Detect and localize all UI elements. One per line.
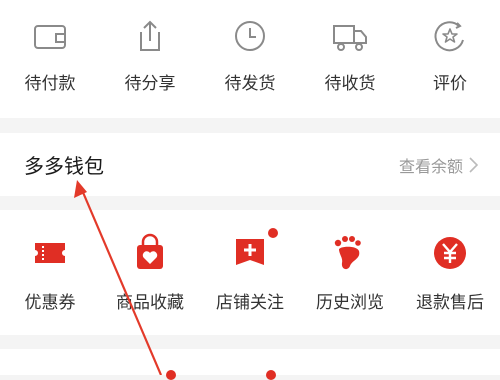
bottom-panel	[0, 349, 500, 380]
order-pending-shipment-label: 待发货	[224, 74, 276, 94]
order-status-panel: 待付款 待分享 待发货 待收货 评价	[0, 0, 500, 118]
refund-yen-icon	[434, 237, 466, 269]
tool-favorites-label: 商品收藏	[116, 293, 184, 313]
tool-store-follow-label: 店铺关注	[216, 293, 284, 313]
wallet-title: 多多钱包	[24, 154, 104, 178]
tool-coupons[interactable]: 优惠券	[0, 210, 100, 335]
view-balance-link[interactable]: 查看余额	[399, 153, 478, 177]
clock-icon	[235, 21, 265, 51]
tool-refund[interactable]: 退款售后	[400, 210, 500, 335]
order-pending-share-label: 待分享	[124, 74, 176, 94]
footprint-icon	[334, 236, 361, 270]
wallet-panel[interactable]: 多多钱包 查看余额	[0, 133, 500, 196]
order-pending-payment-label: 待付款	[24, 74, 76, 94]
tool-coupons-label: 优惠券	[24, 293, 76, 313]
partial-red-icon	[166, 370, 176, 380]
truck-icon	[333, 25, 367, 51]
order-review-label: 评价	[433, 74, 467, 94]
order-review[interactable]: 评价	[400, 0, 500, 118]
coupon-icon	[35, 243, 65, 263]
notification-dot	[268, 228, 278, 238]
order-pending-receipt-label: 待收货	[324, 74, 376, 94]
order-pending-shipment[interactable]: 待发货	[200, 0, 300, 118]
wallet-icon	[34, 25, 66, 49]
tool-store-follow[interactable]: 店铺关注	[200, 210, 300, 335]
tools-row: 优惠券 商品收藏 店铺关注 历史浏览 退款售后	[0, 210, 500, 335]
tool-refund-label: 退款售后	[416, 293, 484, 313]
view-balance-label: 查看余额	[398, 157, 463, 176]
store-follow-icon	[236, 239, 264, 265]
share-icon	[140, 20, 160, 51]
tools-panel: 优惠券 商品收藏 店铺关注 历史浏览 退款售后	[0, 210, 500, 335]
heart-bag-icon	[137, 233, 163, 269]
order-pending-receipt[interactable]: 待收货	[300, 0, 400, 118]
order-status-row: 待付款 待分享 待发货 待收货 评价	[0, 0, 500, 118]
tool-history[interactable]: 历史浏览	[300, 210, 400, 335]
tool-history-label: 历史浏览	[316, 293, 384, 313]
tool-favorites[interactable]: 商品收藏	[100, 210, 200, 335]
partial-red-icon	[266, 370, 276, 380]
chevron-right-icon	[469, 157, 478, 173]
order-pending-payment[interactable]: 待付款	[0, 0, 100, 118]
order-pending-share[interactable]: 待分享	[100, 0, 200, 118]
star-rating-icon	[434, 21, 464, 52]
